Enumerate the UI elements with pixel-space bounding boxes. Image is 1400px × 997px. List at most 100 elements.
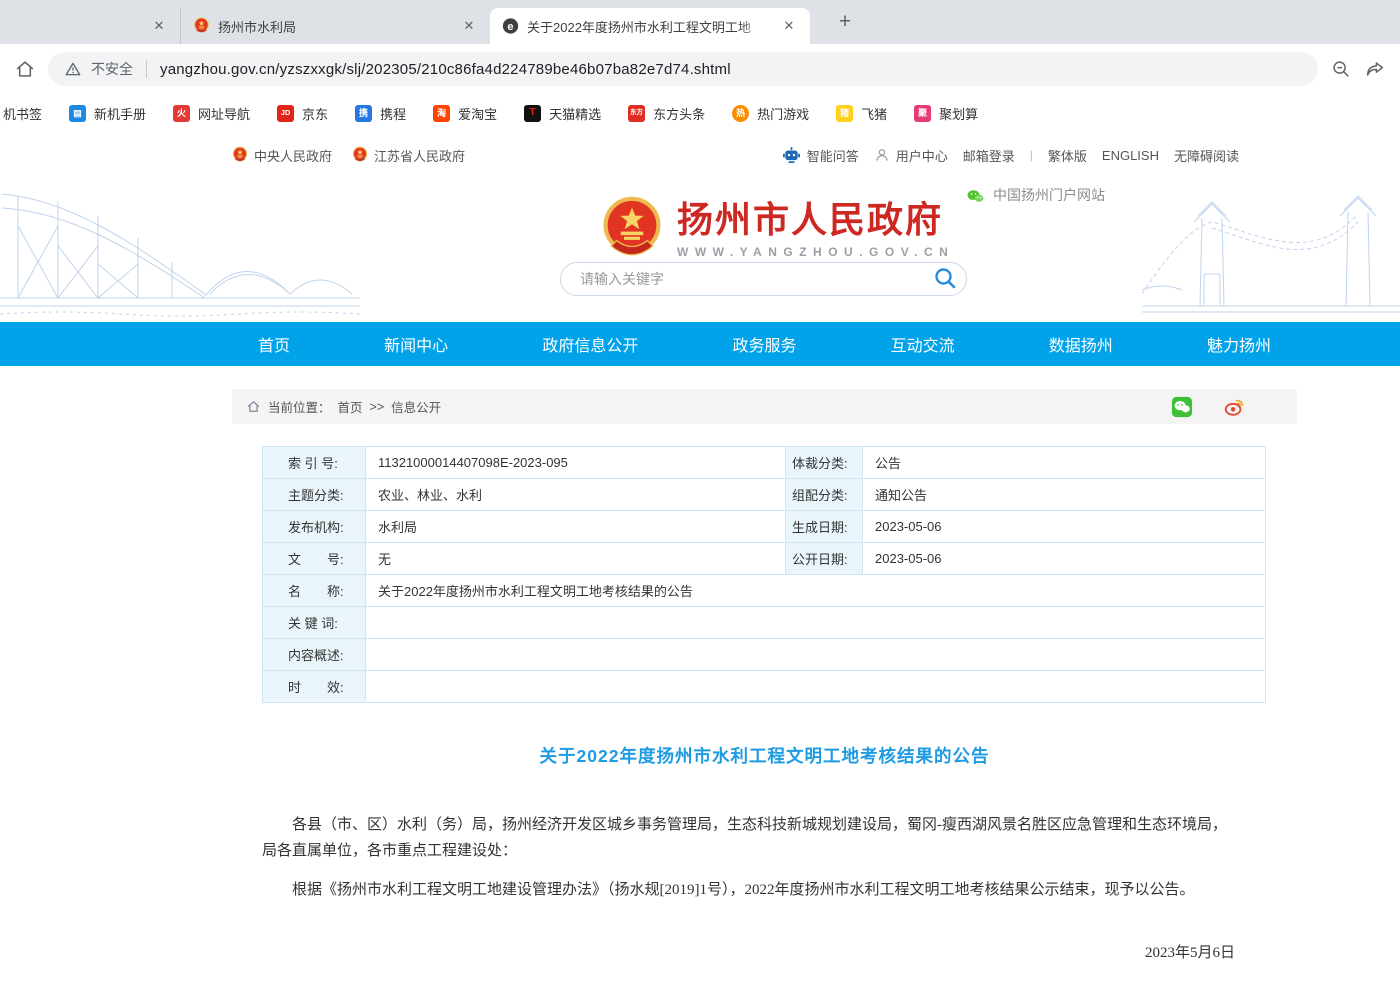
link-central-gov[interactable]: 中央人民政府 (232, 146, 332, 165)
article-paragraph: 各县（市、区）水利（务）局，扬州经济开发区城乡事务管理局，生态科技新城规划建设局… (262, 812, 1235, 864)
search-button[interactable] (932, 266, 958, 292)
meta-label-cell: 时 效: (263, 671, 366, 703)
site-logo[interactable]: 扬州市人民政府 WWW.YANGZHOU.GOV.CN (600, 194, 954, 266)
link-mail-login[interactable]: 邮箱登录 (963, 146, 1015, 165)
bookmark-label: 天猫精选 (549, 104, 601, 123)
link-english[interactable]: ENGLISH (1102, 148, 1159, 163)
nav-item-services[interactable]: 政务服务 (732, 332, 796, 356)
taobao-icon: 淘 (433, 105, 450, 122)
browser-tab-partial[interactable]: ✕ (0, 8, 180, 44)
link-smart-qa[interactable]: 智能问答 (782, 146, 859, 165)
nav-item-data[interactable]: 数据扬州 (1049, 332, 1113, 356)
meta-label-cell: 内容概述: (263, 639, 366, 671)
bridge-art-right (1142, 178, 1400, 322)
bookmark-label: 东方头条 (653, 104, 705, 123)
games-icon: 热 (732, 105, 749, 122)
meta-label-cell: 索 引 号: (263, 447, 366, 479)
browser-tab-1[interactable]: 扬州市水利局 ✕ (180, 8, 490, 44)
site-name: 扬州市人民政府 (677, 201, 954, 241)
bookmark-item[interactable]: 机书签 (3, 104, 42, 123)
nav-site-icon: 火 (173, 105, 190, 122)
nav-item-charm[interactable]: 魅力扬州 (1207, 332, 1271, 356)
bookmark-item[interactable]: JD 京东 (277, 104, 328, 123)
close-icon[interactable]: ✕ (150, 17, 168, 35)
zoom-out-icon[interactable] (1330, 58, 1352, 80)
weibo-share-icon[interactable] (1223, 396, 1245, 418)
link-accessible-reading[interactable]: 无障碍阅读 (1174, 146, 1239, 165)
bookmark-label: 飞猪 (861, 104, 887, 123)
tab-title: 关于2022年度扬州市水利工程文明工地 (527, 17, 772, 36)
not-secure-warning-icon (64, 60, 82, 78)
bookmark-item[interactable]: 火 网址导航 (173, 104, 250, 123)
bookmark-label: 机书签 (3, 104, 42, 123)
user-icon (874, 147, 890, 163)
browser-tab-2-active[interactable]: e 关于2022年度扬州市水利工程文明工地 ✕ (490, 8, 810, 44)
new-tab-button[interactable]: + (832, 10, 858, 36)
bookmark-item[interactable]: ▤ 新机手册 (69, 104, 146, 123)
meta-value-cell: 公告 (863, 447, 1266, 479)
meta-row: 关 键 词: (263, 607, 1266, 639)
meta-row: 主题分类: 农业、林业、水利 组配分类: 通知公告 (263, 479, 1266, 511)
meta-label-cell: 文 号: (263, 543, 366, 575)
meta-value-cell: 通知公告 (863, 479, 1266, 511)
nav-item-home[interactable]: 首页 (258, 332, 290, 356)
nav-item-news[interactable]: 新闻中心 (384, 332, 448, 356)
document-meta-table: 索 引 号: 11321000014407098E-2023-095 体裁分类:… (262, 446, 1266, 703)
meta-value-cell (366, 639, 1266, 671)
bookmark-item[interactable]: 聚 聚划算 (914, 104, 978, 123)
article-date: 2023年5月6日 (232, 941, 1297, 962)
site-url-caption: WWW.YANGZHOU.GOV.CN (677, 245, 954, 259)
close-icon[interactable]: ✕ (460, 17, 478, 35)
search-input[interactable] (580, 271, 932, 287)
gov-utility-bar: 中央人民政府 江苏省人民政府 智能问答 (0, 132, 1400, 178)
link-user-center[interactable]: 用户中心 (874, 146, 948, 165)
manual-icon: ▤ (69, 105, 86, 122)
meta-label-cell: 生成日期: (786, 511, 863, 543)
robot-icon (782, 147, 801, 164)
share-icon[interactable] (1364, 58, 1386, 80)
meta-label-cell: 公开日期: (786, 543, 863, 575)
article: 关于2022年度扬州市水利工程文明工地考核结果的公告 各县（市、区）水利（务）局… (232, 743, 1297, 997)
bookmark-item[interactable]: 携 携程 (355, 104, 406, 123)
meta-row: 文 号: 无 公开日期: 2023-05-06 (263, 543, 1266, 575)
meta-label-cell: 体裁分类: (786, 447, 863, 479)
bookmark-item[interactable]: 淘 爱淘宝 (433, 104, 497, 123)
divider: | (1030, 148, 1033, 162)
fliggy-icon: 猪 (836, 105, 853, 122)
meta-value-cell: 2023-05-06 (863, 511, 1266, 543)
bookmark-label: 携程 (380, 104, 406, 123)
bookmark-label: 京东 (302, 104, 328, 123)
breadcrumb-current[interactable]: 信息公开 (391, 397, 441, 416)
link-jiangsu-gov[interactable]: 江苏省人民政府 (352, 146, 465, 165)
wechat-share-icon[interactable] (1171, 396, 1193, 418)
bookmark-item[interactable]: 热 热门游戏 (732, 104, 809, 123)
bookmark-item[interactable]: T 天猫精选 (524, 104, 601, 123)
meta-row: 内容概述: (263, 639, 1266, 671)
meta-value-cell: 水利局 (366, 511, 786, 543)
url-text: yangzhou.gov.cn/yzszxxgk/slj/202305/210c… (160, 61, 731, 78)
meta-row: 名 称: 关于2022年度扬州市水利工程文明工地考核结果的公告 (263, 575, 1266, 607)
bookmark-item[interactable]: 猪 飞猪 (836, 104, 887, 123)
national-emblem-icon (600, 194, 664, 266)
bookmarks-bar: 机书签 ▤ 新机手册 火 网址导航 JD 京东 携 携程 淘 爱淘宝 T 天猫精… (0, 94, 1400, 132)
article-paragraph: 根据《扬州市水利工程文明工地建设管理办法》（扬水规[2019]1号），2022年… (262, 877, 1235, 903)
breadcrumb-home-link[interactable]: 首页 (338, 397, 363, 416)
bookmark-label: 网址导航 (198, 104, 250, 123)
divider (146, 60, 147, 78)
nav-item-interaction[interactable]: 互动交流 (891, 332, 955, 356)
article-title: 关于2022年度扬州市水利工程文明工地考核结果的公告 (232, 743, 1297, 768)
search-icon (933, 266, 957, 290)
close-icon[interactable]: ✕ (780, 17, 798, 35)
address-bar[interactable]: 不安全 yangzhou.gov.cn/yzszxxgk/slj/202305/… (48, 52, 1318, 86)
bookmark-item[interactable]: 东方 东方头条 (628, 104, 705, 123)
home-icon[interactable] (14, 58, 36, 80)
nav-item-info-disclosure[interactable]: 政府信息公开 (542, 332, 638, 356)
meta-value-cell (366, 607, 1266, 639)
tmall-icon: T (524, 105, 541, 122)
link-traditional-chinese[interactable]: 繁体版 (1048, 146, 1087, 165)
meta-value-cell: 无 (366, 543, 786, 575)
bookmark-label: 热门游戏 (757, 104, 809, 123)
meta-label-cell: 发布机构: (263, 511, 366, 543)
bookmark-label: 新机手册 (94, 104, 146, 123)
portal-link[interactable]: 中国扬州门户网站 (966, 185, 1105, 205)
